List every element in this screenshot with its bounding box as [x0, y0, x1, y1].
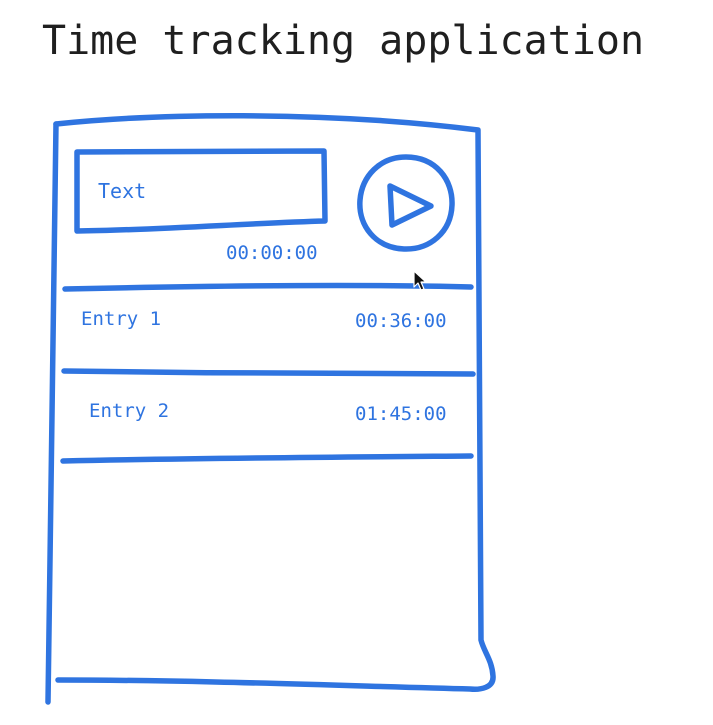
app-frame-left-edge: [45, 121, 59, 705]
entry-name: Entry 1: [81, 308, 162, 330]
mouse-cursor-icon: [413, 270, 427, 291]
text-input-placeholder: Text: [98, 179, 147, 203]
row-divider-1: [62, 282, 474, 292]
current-timer: 00:00:00: [226, 242, 318, 264]
entry-name: Entry 2: [89, 400, 170, 422]
entry-duration: 01:45:00: [355, 403, 447, 425]
play-button[interactable]: [358, 158, 454, 250]
entry-duration: 00:36:00: [355, 310, 447, 332]
